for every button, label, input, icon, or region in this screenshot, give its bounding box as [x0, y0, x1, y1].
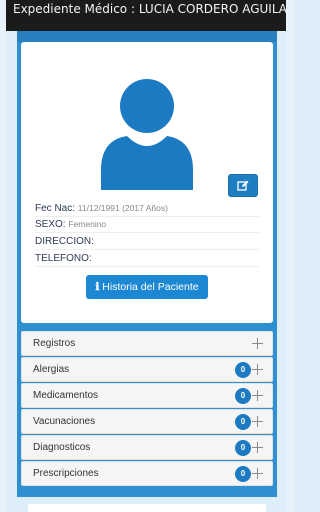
panel-header-band: [17, 31, 277, 42]
count-badge: 0: [235, 388, 251, 404]
section-medicamentos[interactable]: Medicamentos 0: [21, 383, 273, 408]
left-background: [0, 0, 6, 512]
phone-label: TELEFONO:: [35, 253, 92, 264]
plus-icon: [252, 338, 263, 349]
section-diagnosticos[interactable]: Diagnosticos 0: [21, 435, 273, 460]
address-row: DIRECCION:: [35, 233, 259, 250]
count-badge: 0: [235, 466, 251, 482]
plus-icon: [252, 416, 263, 427]
plus-icon: [252, 364, 263, 375]
birthdate-row: Fec Nac: 11/12/1991 (2017 Años): [35, 200, 259, 217]
sex-label: SEXO:: [35, 219, 66, 230]
plus-icon: [252, 468, 263, 479]
plus-icon: [252, 442, 263, 453]
patient-profile-card: Fec Nac: 11/12/1991 (2017 Años) SEXO: Fe…: [21, 42, 273, 323]
section-label: Medicamentos: [33, 390, 99, 401]
phone-row: TELEFONO:: [35, 250, 259, 267]
section-label: Alergias: [33, 364, 70, 375]
user-silhouette-icon: [101, 79, 193, 190]
plus-icon: [252, 390, 263, 401]
edit-icon: [237, 180, 249, 191]
count-badge: 0: [235, 362, 251, 378]
window-title: Expediente Médico : LUCIA CORDERO AGUILA…: [6, 0, 286, 31]
section-alergias[interactable]: Alergias 0: [21, 357, 273, 382]
section-vacunaciones[interactable]: Vacunaciones 0: [21, 409, 273, 434]
edit-profile-button[interactable]: [228, 174, 258, 197]
right-scroll-strip: [286, 0, 294, 512]
sex-row: SEXO: Femenino: [35, 216, 259, 233]
sex-value: Femenino: [68, 219, 107, 229]
next-card-edge: [28, 504, 266, 512]
count-badge: 0: [235, 414, 251, 430]
address-label: DIRECCION:: [35, 236, 94, 247]
section-label: Vacunaciones: [33, 416, 96, 427]
section-label: Diagnosticos: [33, 442, 91, 453]
section-prescripciones[interactable]: Prescripciones 0: [21, 461, 273, 486]
info-icon: ℹ: [95, 281, 100, 293]
section-label: Registros: [33, 338, 76, 349]
birthdate-value: 11/12/1991 (2017 Años): [77, 203, 168, 213]
section-registros[interactable]: Registros: [21, 331, 273, 356]
patient-history-label: Historia del Paciente: [102, 281, 199, 293]
patient-history-button[interactable]: ℹ Historia del Paciente: [86, 275, 208, 299]
section-label: Prescripciones: [33, 468, 99, 479]
birthdate-label: Fec Nac:: [35, 203, 76, 214]
count-badge: 0: [235, 440, 251, 456]
